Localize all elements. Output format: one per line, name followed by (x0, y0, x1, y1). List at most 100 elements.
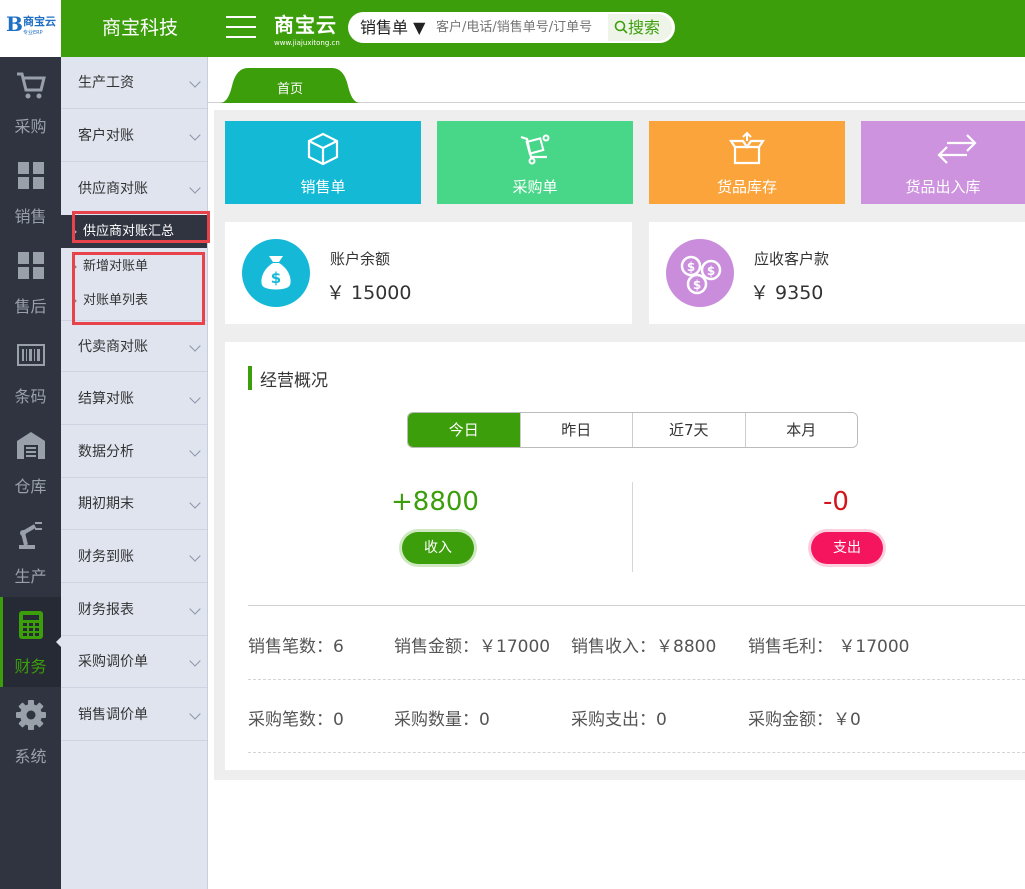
divider (248, 679, 1025, 680)
period-yesterday[interactable]: 昨日 (520, 413, 633, 447)
period-this-month[interactable]: 本月 (745, 413, 857, 447)
module-rail: 采购 销售 售后 条码 仓库 生产 财务 系统 (0, 57, 61, 889)
divider (248, 605, 1025, 606)
highlight-box-summary (72, 211, 210, 243)
menu-label: 客户对账 (78, 128, 134, 144)
menu-sales-price-adjust[interactable]: 销售调价单 (61, 689, 207, 741)
menu-label: 采购调价单 (78, 654, 148, 670)
expense-value: -0 (823, 487, 849, 517)
chevron-down-icon (189, 445, 201, 457)
chevron-down-icon (189, 603, 201, 615)
card-accounts-receivable[interactable]: $ $ $ 应收客户款 ￥ 9350 (649, 222, 1025, 324)
menu-label: 生产工资 (78, 75, 134, 91)
chevron-down-icon (189, 392, 201, 404)
tile-sales-order[interactable]: 销售单 (225, 121, 421, 204)
rail-label: 仓库 (14, 477, 47, 496)
menu-settlement-reconciliation[interactable]: 结算对账 (61, 373, 207, 425)
period-last-7-days[interactable]: 近7天 (633, 413, 746, 447)
menu-label: 财务报表 (78, 602, 134, 618)
tab-bar: 首页 (208, 57, 1025, 103)
stat-purchase-expense: 采购支出：0 (571, 710, 667, 730)
barcode-icon (17, 344, 45, 366)
period-today[interactable]: 今日 (408, 413, 521, 447)
menu-production-wages[interactable]: 生产工资 (61, 57, 207, 109)
chevron-down-icon (189, 182, 201, 194)
card-title: 应收客户款 (754, 250, 830, 268)
divider (248, 752, 1025, 753)
menu-purchase-price-adjust[interactable]: 采购调价单 (61, 636, 207, 688)
search-type-dropdown[interactable]: 销售单 ▼ (348, 12, 430, 43)
stat-purchase-count: 采购笔数：0 (248, 710, 344, 730)
rail-label: 条码 (14, 387, 47, 406)
rail-label: 售后 (14, 297, 47, 316)
rail-label: 财务 (14, 657, 47, 676)
menu-supplier-reconciliation[interactable]: 供应商对账 (61, 163, 207, 215)
menu-finance-receipts[interactable]: 财务到账 (61, 531, 207, 583)
boxes-icon (18, 252, 44, 279)
menu-finance-reports[interactable]: 财务报表 (61, 584, 207, 636)
svg-text:$: $ (693, 278, 701, 292)
rail-item-production[interactable]: 生产 (0, 507, 61, 597)
chevron-down-icon (189, 340, 201, 352)
brand-name: 商宝云 (274, 13, 337, 37)
warehouse-icon (17, 432, 45, 459)
boxes-icon (18, 162, 44, 189)
menu-data-analysis[interactable]: 数据分析 (61, 426, 207, 478)
swap-arrows-icon (937, 134, 977, 164)
rail-item-purchase[interactable]: 采购 (0, 57, 61, 147)
money-bag-icon: $ (242, 239, 310, 307)
expense-button[interactable]: 支出 (811, 532, 883, 564)
rail-item-barcode[interactable]: 条码 (0, 327, 61, 417)
menu-customer-reconciliation[interactable]: 客户对账 (61, 110, 207, 162)
rail-item-finance[interactable]: 财务 (0, 597, 61, 687)
tile-purchase-order[interactable]: 采购单 (437, 121, 633, 204)
svg-text:$: $ (707, 264, 715, 278)
card-value: ￥ 9350 (750, 282, 824, 304)
highlight-box-statements (72, 252, 205, 325)
rail-label: 系统 (14, 747, 47, 766)
search-input[interactable] (436, 16, 606, 39)
rail-item-warehouse[interactable]: 仓库 (0, 417, 61, 507)
chevron-down-icon (189, 655, 201, 667)
rail-item-sales[interactable]: 销售 (0, 147, 61, 237)
menu-period-open-close[interactable]: 期初期末 (61, 478, 207, 530)
svg-text:$: $ (271, 269, 281, 287)
menu-label: 数据分析 (78, 444, 134, 460)
open-box-icon (729, 131, 765, 165)
cart-icon (17, 72, 46, 99)
logo-name: 商宝云 (23, 15, 56, 28)
rail-label: 生产 (14, 567, 47, 586)
logo[interactable]: B 商宝云 专业ERP (0, 0, 61, 57)
company-name: 商宝科技 (101, 17, 178, 39)
rail-item-after-sales[interactable]: 售后 (0, 237, 61, 327)
rail-item-system[interactable]: 系统 (0, 687, 61, 777)
tab-home[interactable]: 首页 (220, 66, 360, 103)
logo-mark: B (6, 12, 23, 36)
section-title: 经营概况 (260, 371, 328, 391)
robot-arm-icon (19, 522, 42, 549)
tile-label: 销售单 (300, 178, 346, 196)
search-button[interactable]: 搜索 (608, 14, 672, 41)
logo-subtitle: 专业ERP (23, 30, 43, 36)
coins-icon: $ $ $ (666, 239, 734, 307)
tile-label: 货品库存 (716, 178, 777, 196)
brand: 商宝云 www.jiajuxitong.cn (274, 9, 340, 47)
tile-stock-in-out[interactable]: 货品出入库 (861, 121, 1025, 204)
hamburger-menu-icon[interactable] (226, 14, 256, 40)
menu-label: 财务到账 (78, 549, 134, 565)
card-account-balance[interactable]: $ 账户余额 ￥ 15000 (225, 222, 632, 324)
income-button[interactable]: 收入 (402, 532, 474, 564)
business-overview-panel: 经营概况 今日 昨日 近7天 本月 +8800 收入 -0 支出 销售笔数：6 … (225, 342, 1025, 770)
stat-sales-gross-profit: 销售毛利： ￥17000 (748, 637, 910, 657)
tile-label: 采购单 (512, 178, 558, 196)
chevron-down-icon (189, 497, 201, 509)
menu-label: 期初期末 (78, 496, 134, 512)
cart-dolly-icon (520, 134, 550, 165)
brand-url: www.jiajuxitong.cn (274, 39, 340, 47)
card-value: ￥ 15000 (326, 282, 412, 304)
top-bar: B 商宝云 专业ERP 商宝科技 商宝云 www.jiajuxitong.cn … (0, 0, 1025, 57)
tile-inventory[interactable]: 货品库存 (649, 121, 845, 204)
menu-consignment-reconciliation[interactable]: 代卖商对账 (61, 320, 207, 372)
gear-icon (16, 700, 46, 730)
chevron-down-icon (189, 129, 201, 141)
